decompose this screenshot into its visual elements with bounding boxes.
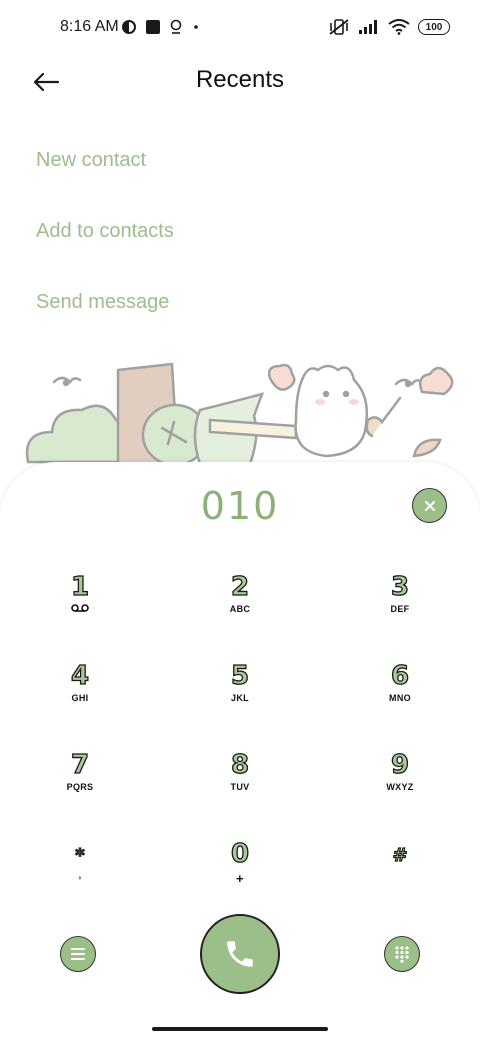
- key-letters: DEF: [390, 604, 410, 614]
- key-digit: 6: [390, 660, 410, 691]
- location-icon: [170, 19, 182, 34]
- dialpad-action-bar: [0, 914, 480, 1004]
- close-icon: [424, 500, 435, 511]
- key-digit: 9: [390, 749, 410, 780]
- battery-indicator: 100: [418, 19, 450, 35]
- new-contact-link[interactable]: New contact: [36, 136, 174, 207]
- more-notifications-dot-icon: [194, 25, 198, 29]
- menu-button[interactable]: [60, 936, 96, 972]
- dialpad-icon: [395, 946, 409, 963]
- key-digit: 3: [390, 571, 410, 602]
- key-digit: 4: [70, 660, 90, 691]
- status-bar: 8:16 AM 100: [0, 0, 480, 56]
- key-hash[interactable]: #: [340, 844, 460, 914]
- status-time: 8:16 AM: [60, 18, 119, 35]
- clear-button[interactable]: [412, 488, 447, 523]
- square-app-icon: [146, 20, 160, 34]
- dialed-number-display[interactable]: 010: [0, 484, 480, 528]
- header: Recents: [0, 56, 480, 108]
- key-digit: 2: [230, 571, 250, 602]
- key-8[interactable]: 8 TUV: [180, 749, 300, 820]
- keypad-toggle-button[interactable]: [384, 936, 420, 972]
- key-letters: WXYZ: [386, 782, 414, 792]
- key-letters: JKL: [231, 693, 249, 703]
- key-letters: ABC: [229, 604, 251, 614]
- key-1[interactable]: 1: [20, 571, 140, 642]
- key-digit: 1: [70, 571, 90, 602]
- page-title: Recents: [195, 66, 285, 93]
- status-system-icons: 100: [328, 18, 450, 36]
- key-digit: 8: [230, 749, 250, 780]
- status-notification-icons: [121, 19, 201, 35]
- key-5[interactable]: 5 JKL: [180, 660, 300, 731]
- key-star[interactable]: * ,: [20, 844, 140, 914]
- signal-icon: [359, 20, 377, 34]
- key-digit: #: [392, 844, 408, 866]
- battery-level: 100: [425, 21, 443, 33]
- add-to-contacts-link[interactable]: Add to contacts: [36, 207, 174, 278]
- key-letters: ,: [78, 870, 82, 880]
- menu-icon: [71, 948, 85, 960]
- home-indicator[interactable]: [152, 1027, 328, 1031]
- send-message-link[interactable]: Send message: [36, 278, 174, 349]
- key-3[interactable]: 3 DEF: [340, 571, 460, 642]
- key-9[interactable]: 9 WXYZ: [340, 749, 460, 820]
- key-letters: TUV: [230, 782, 250, 792]
- key-2[interactable]: 2 ABC: [180, 571, 300, 642]
- contact-actions: New contact Add to contacts Send message: [36, 136, 174, 349]
- phone-icon: [227, 941, 253, 967]
- key-7[interactable]: 7 PQRS: [20, 749, 140, 820]
- call-button[interactable]: [200, 914, 280, 994]
- background-illustration: [25, 362, 454, 470]
- key-digit: 0: [230, 838, 250, 869]
- key-6[interactable]: 6 MNO: [340, 660, 460, 731]
- key-letters: +: [236, 871, 244, 886]
- key-digit: 5: [230, 660, 250, 691]
- key-digit: *: [75, 844, 86, 866]
- dialpad-panel: 010 1 2 ABC 3 DEF 4 GHI 5 JKL 6 MNO 7 PQ…: [0, 462, 480, 1040]
- key-letters: GHI: [71, 693, 89, 703]
- key-letters: PQRS: [66, 782, 94, 792]
- key-0[interactable]: 0 +: [180, 838, 300, 909]
- key-digit: 7: [70, 749, 90, 780]
- key-4[interactable]: 4 GHI: [20, 660, 140, 731]
- notification-app-icon: [122, 20, 136, 34]
- wifi-icon: [388, 19, 410, 35]
- key-letters: MNO: [389, 693, 411, 703]
- voicemail-icon: [71, 604, 89, 612]
- vibrate-off-icon: [329, 19, 349, 35]
